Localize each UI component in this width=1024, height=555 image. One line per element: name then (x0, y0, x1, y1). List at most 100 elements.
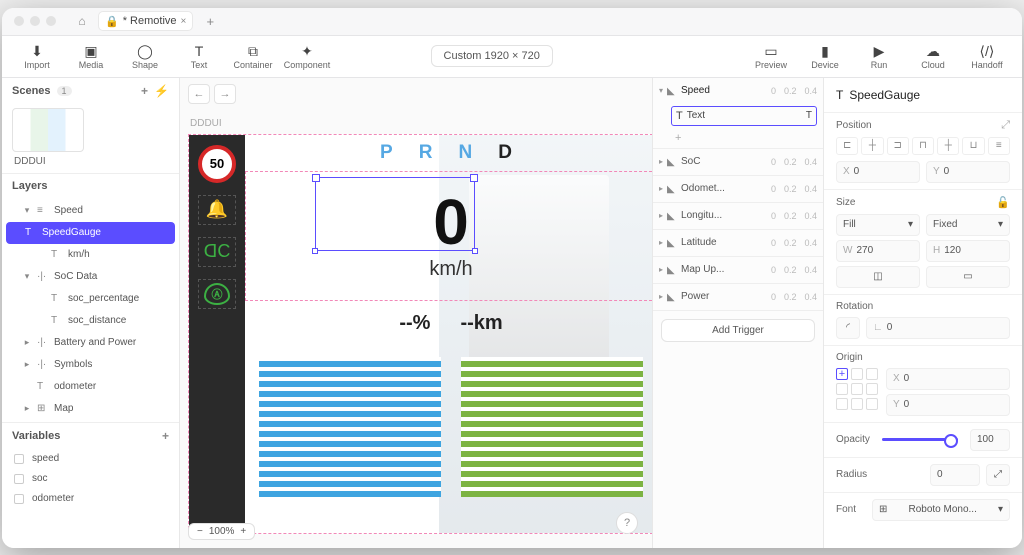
rotation-dial[interactable]: ◜ (836, 317, 860, 339)
text-icon: T (806, 110, 812, 121)
battery-bars (245, 347, 652, 507)
soc-data: --%--km (245, 301, 652, 347)
speed-gauge[interactable]: 0 km/h (245, 171, 652, 301)
text-tool[interactable]: TText (174, 37, 224, 75)
trigger-action[interactable]: TTextT (671, 106, 817, 126)
run-button[interactable]: ▶Run (854, 37, 904, 75)
align-left-button[interactable]: ⊏ (836, 137, 858, 155)
speed-unit: km/h (429, 258, 472, 281)
height-mode-select[interactable]: Fixed▾ (926, 214, 1010, 236)
canvas-size-selector[interactable]: Custom 1920 × 720 (431, 45, 553, 67)
artboard[interactable]: 50 🔔 ᗡC Ⓐ PRND 0 km/h (188, 134, 652, 534)
speed-limit-sign: 50 (198, 145, 236, 183)
add-variable-button[interactable]: + (162, 429, 169, 443)
layer-row[interactable]: ▸·|·Symbols (2, 354, 179, 376)
origin-x-input[interactable]: X0 (886, 368, 1010, 390)
gear-indicator: PRND (245, 135, 652, 171)
layer-row[interactable]: ▸·|·Battery and Power (2, 332, 179, 354)
distribute-button[interactable]: ≡ (988, 137, 1010, 155)
origin-picker[interactable] (836, 368, 878, 410)
trigger-group-header[interactable]: ▸◣Map Up...00.20.4 (653, 257, 823, 283)
inspector-title: TSpeedGauge (824, 78, 1022, 112)
opacity-slider[interactable] (882, 438, 958, 441)
layer-row[interactable]: Tsoc_percentage (2, 288, 179, 310)
origin-y-input[interactable]: Y0 (886, 394, 1010, 416)
scene-name: DDDUI (2, 156, 179, 173)
variable-row[interactable]: odometer (2, 489, 179, 509)
toolbar: ⬇Import ▣Media ◯Shape TText ⧉Container ✦… (2, 36, 1022, 78)
traffic-close[interactable] (14, 16, 24, 26)
selection-box[interactable] (315, 177, 475, 251)
trigger-group-header[interactable]: ▾◣Speed00.20.4 (653, 78, 823, 104)
layer-row[interactable]: Tsoc_distance (2, 310, 179, 332)
trigger-group-header[interactable]: ▸◣Power00.20.4 (653, 284, 823, 310)
variable-row[interactable]: soc (2, 469, 179, 489)
add-trigger-button[interactable]: Add Trigger (661, 319, 815, 342)
scene-thumbnail[interactable] (12, 108, 84, 152)
zoom-in-button[interactable]: + (236, 526, 250, 537)
rotation-input[interactable]: ∟0 (866, 317, 1010, 339)
new-tab-button[interactable]: + (201, 12, 219, 30)
close-icon[interactable]: × (181, 16, 187, 27)
expand-icon[interactable]: ⤢ (1001, 119, 1010, 132)
align-bottom-button[interactable]: ⊔ (962, 137, 984, 155)
add-scene-button[interactable]: + (141, 84, 148, 98)
nav-back-button[interactable]: ← (188, 84, 210, 104)
layer-row[interactable]: ▾·|·SoC Data (2, 266, 179, 288)
artboard-label: DDDUI (190, 118, 222, 129)
add-action-button[interactable]: + (653, 130, 823, 148)
help-button[interactable]: ? (616, 512, 638, 534)
align-top-button[interactable]: ⊓ (912, 137, 934, 155)
trigger-group-header[interactable]: ▸◣Latitude00.20.4 (653, 230, 823, 256)
preview-button[interactable]: ▭Preview (746, 37, 796, 75)
zoom-out-button[interactable]: − (193, 526, 207, 537)
zoom-level: 100% (209, 526, 235, 537)
canvas-area[interactable]: ← → DDDUI 50 🔔 ᗡC Ⓐ PRND (180, 78, 652, 548)
width-input[interactable]: W270 (836, 240, 920, 262)
variable-row[interactable]: speed (2, 449, 179, 469)
device-button[interactable]: ▮Device (800, 37, 850, 75)
trigger-group-header[interactable]: ▸◣SoC00.20.4 (653, 149, 823, 175)
traffic-max[interactable] (46, 16, 56, 26)
trigger-group-header[interactable]: ▸◣Longitu...00.20.4 (653, 203, 823, 229)
opacity-input[interactable]: 100 (970, 429, 1010, 451)
variables-header: Variables + (2, 423, 179, 449)
component-tool[interactable]: ✦Component (282, 37, 332, 75)
align-vcenter-button[interactable]: ┼ (937, 137, 959, 155)
position-x-input[interactable]: X0 (836, 161, 920, 183)
scenes-header: Scenes1 +⚡ (2, 78, 179, 104)
media-tool[interactable]: ▣Media (66, 37, 116, 75)
width-mode-select[interactable]: Fill▾ (836, 214, 920, 236)
nav-forward-button[interactable]: → (214, 84, 236, 104)
lock-icon[interactable]: 🔓 (996, 196, 1010, 209)
container-tool[interactable]: ⧉Container (228, 37, 278, 75)
shape-tool[interactable]: ◯Shape (120, 37, 170, 75)
layer-row[interactable]: ▾≡Speed (2, 200, 179, 222)
layer-row[interactable]: ▸⊞Map (2, 398, 179, 420)
position-y-input[interactable]: Y0 (926, 161, 1010, 183)
handoff-button[interactable]: ⟨/⟩Handoff (962, 37, 1012, 75)
radius-expand-button[interactable]: ⤢ (986, 464, 1010, 486)
cloud-button[interactable]: ☁Cloud (908, 37, 958, 75)
clip-toggle[interactable]: ◫ (836, 266, 920, 288)
font-select[interactable]: ⊞Roboto Mono...▾ (872, 499, 1010, 521)
document-tab[interactable]: 🔒 * Remotive × (98, 11, 193, 31)
import-tool[interactable]: ⬇Import (12, 37, 62, 75)
home-icon[interactable]: ⌂ (74, 13, 90, 29)
triggers-panel: ▾◣Speed00.20.4TTextT +▸◣SoC00.20.4▸◣Odome… (652, 78, 824, 548)
layer-row[interactable]: Tkm/h (2, 244, 179, 266)
height-input[interactable]: H120 (926, 240, 1010, 262)
align-hcenter-button[interactable]: ┼ (861, 137, 883, 155)
zoom-control[interactable]: − 100% + (188, 523, 255, 540)
layers-header: Layers (2, 174, 179, 198)
overflow-toggle[interactable]: ▭ (926, 266, 1010, 288)
layer-row[interactable]: TSpeedGauge (6, 222, 175, 244)
align-right-button[interactable]: ⊐ (887, 137, 909, 155)
layer-row[interactable]: Todometer (2, 376, 179, 398)
traffic-min[interactable] (30, 16, 40, 26)
bolt-icon[interactable]: ⚡ (154, 84, 169, 98)
trigger-group-header[interactable]: ▸◣Odomet...00.20.4 (653, 176, 823, 202)
radius-input[interactable]: 0 (930, 464, 980, 486)
inspector-panel: TSpeedGauge Position⤢ ⊏ ┼ ⊐ ⊓ ┼ ⊔ ≡ X0 Y… (824, 78, 1022, 548)
titlebar: ⌂ 🔒 * Remotive × + (2, 8, 1022, 36)
